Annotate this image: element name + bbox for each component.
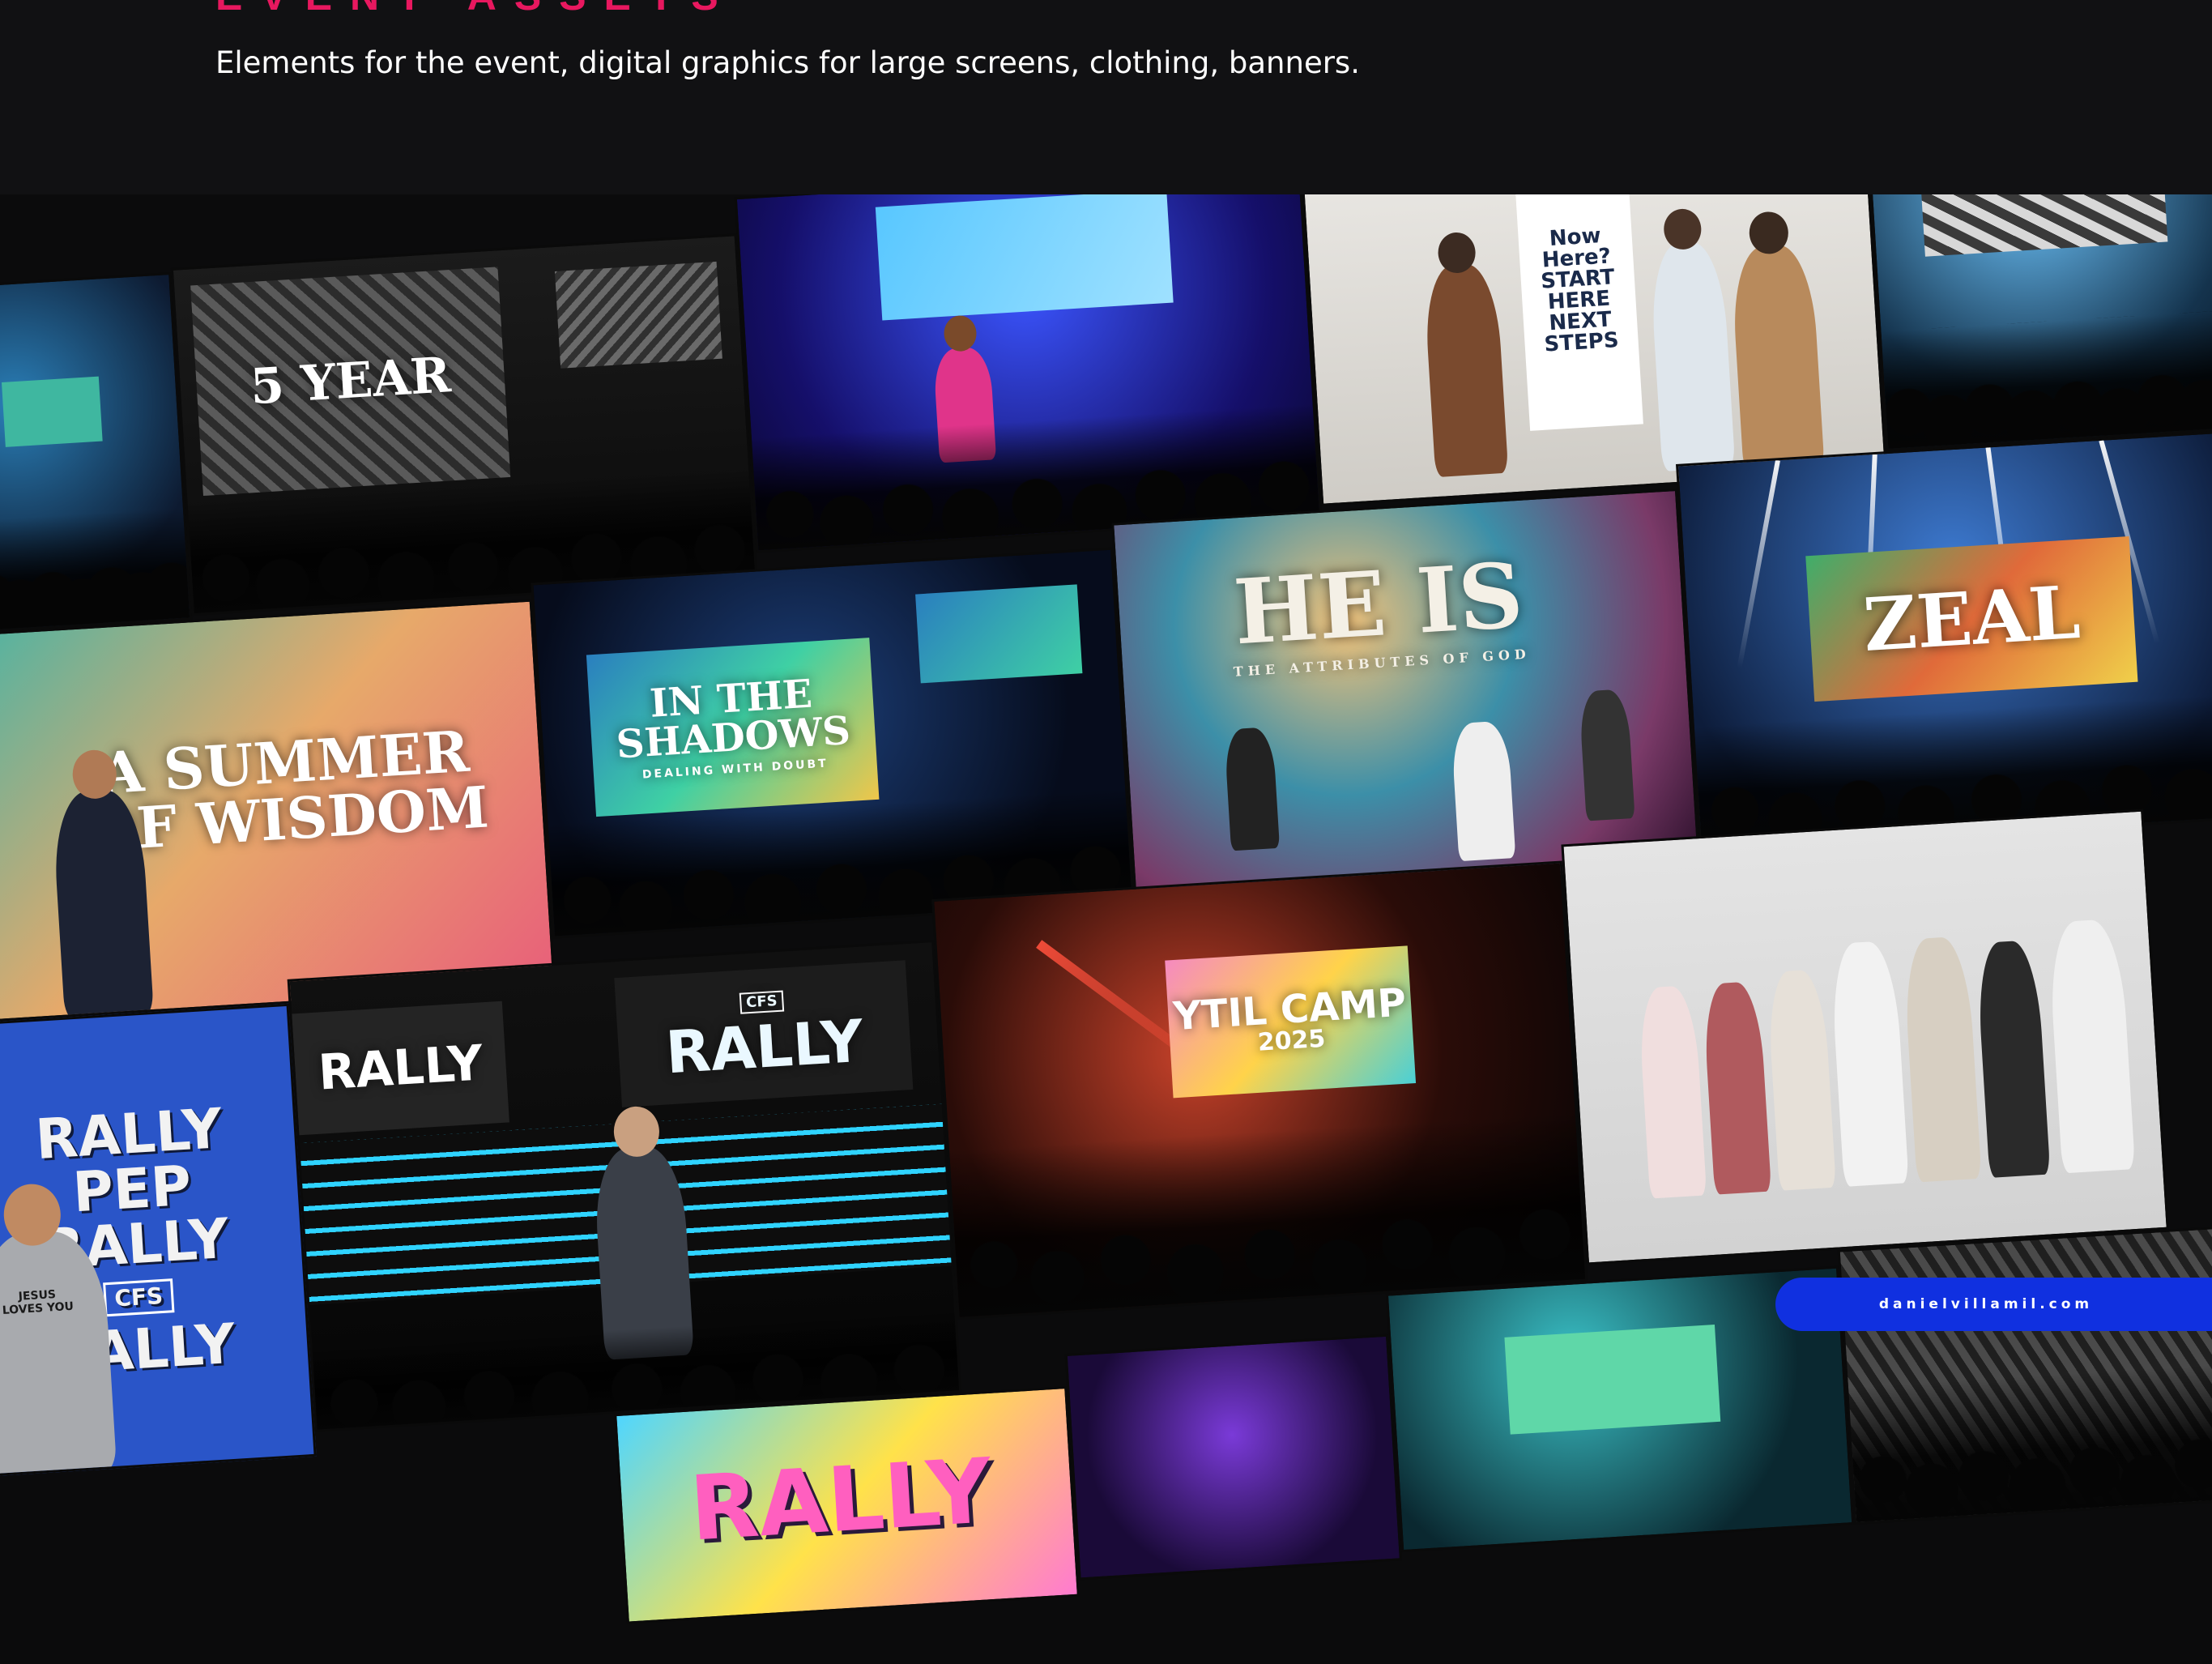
teal-screen [1504,1325,1721,1435]
photo-pep-rally-banner: RALLY PEP RALLY CFS RALLY JESUS LOVES YO… [0,1003,317,1478]
photo-ytil-camp: YTIL CAMP 2025 [931,860,1588,1321]
photo-summer-wisdom: A SUMMER OF WISDOM [0,599,556,1026]
photo-in-the-shadows: IN THE SHADOWS DEALING WITH DOUBT [531,547,1135,939]
in-the-shadows-screen: IN THE SHADOWS DEALING WITH DOUBT [586,638,880,817]
rally-graffiti-screen: RALLY [650,1415,1031,1584]
band-member-guitar [1223,726,1281,851]
team-member-7 [2047,918,2136,1174]
guest-figure-left [1422,262,1509,478]
team-member-4 [1829,940,1909,1187]
photo-mono-crowd [1837,1219,2212,1525]
next-steps-text: Now Here? START HERE NEXT STEPS [1540,224,1620,357]
guest-figure-right [1729,243,1825,475]
rally-graffiti-title: RALLY [687,1439,995,1561]
ytil-camp-year: 2025 [1256,1024,1327,1057]
section-eyebrow: EVENT ASSETS [215,0,736,19]
zeal-screen: ZEAL [1805,535,2138,702]
photo-rally-stage: RALLY CFS RALLY [287,939,962,1432]
site-url[interactable]: danielvillamil.com [1879,1296,2158,1312]
stage-light-beam [1737,459,1780,668]
photo-purple-stage [1064,1333,1402,1581]
photo-stage-left [0,271,193,637]
team-member-2 [1702,980,1772,1195]
audience-silhouette [0,507,190,634]
band-member-lead [1451,720,1516,862]
photo-zeal: ZEAL [1676,427,2212,853]
team-member-5 [1902,936,1982,1183]
rally-screen-left-title: RALLY [317,1035,485,1102]
band-member-bass [1578,689,1635,821]
pep-rally-cfs: CFS [103,1278,175,1317]
audience-silhouette [1848,1357,2212,1522]
photo-rally-graffiti: RALLY [614,1386,1080,1624]
team-member-1 [1637,984,1707,1199]
shirt-text: JESUS LOVES YOU [2,1288,75,1318]
guest-figure-center [1648,241,1736,472]
in-the-shadows-title: IN THE SHADOWS [615,671,852,768]
rally-screen-center-title: RALLY [663,1006,866,1087]
photo-speaker-blue [734,162,1323,553]
photo-five-year: 5 YEAR [170,233,758,617]
he-is-title: HE IS [1230,542,1526,665]
rally-screen-left: RALLY [292,1001,509,1136]
rally-cfs: CFS [739,990,785,1014]
header: EVENT ASSETS Elements for the event, dig… [0,0,2212,194]
in-the-shadows-side-screen [915,584,1083,684]
speaker-screen [875,189,1174,321]
rally-screen-center: CFS RALLY [614,960,914,1107]
speaker-head [943,314,978,352]
site-url-badge[interactable]: danielvillamil.com [1775,1278,2212,1331]
five-year-backdrop: 5 YEAR [190,267,511,497]
section-subtitle: Elements for the event, digital graphics… [215,45,1360,80]
team-member-3 [1766,969,1836,1191]
photo-collage: 5 YEAR Now Here? START HERE NEXT STEPS A… [0,0,2212,1640]
five-year-side-screen [554,261,722,369]
ytil-camp-screen: YTIL CAMP 2025 [1165,945,1417,1099]
stage-screen [1,376,103,447]
team-member-6 [1975,939,2051,1178]
five-year-title: 5 YEAR [248,347,453,416]
photo-team-group [1561,809,2169,1265]
he-is-screen: HE IS THE ATTRIBUTES OF GOD [1148,520,1610,710]
audience-silhouette [1881,307,2212,449]
zeal-title: ZEAL [1860,569,2083,669]
